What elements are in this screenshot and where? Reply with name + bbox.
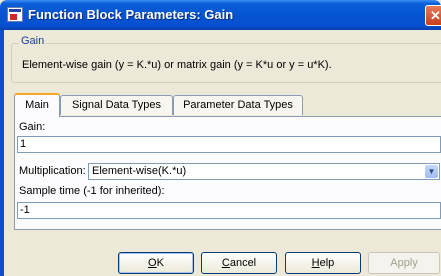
ok-label-rest: K xyxy=(156,257,164,269)
window-frame-left xyxy=(0,30,4,276)
tab-parameter-data-types[interactable]: Parameter Data Types xyxy=(173,95,303,115)
cancel-label-rest: ancel xyxy=(229,257,257,269)
simulink-block-icon xyxy=(7,7,23,22)
apply-button[interactable]: Apply xyxy=(368,252,440,274)
multiplication-select[interactable]: Element-wise(K.*u) ▼ xyxy=(88,163,440,180)
cancel-button[interactable]: Cancel xyxy=(201,252,277,274)
gain-label: Gain: xyxy=(19,121,46,133)
window-title: Function Block Parameters: Gain xyxy=(28,7,234,22)
tab-main[interactable]: Main xyxy=(14,93,60,117)
ok-mnemonic: O xyxy=(148,257,157,269)
close-button[interactable]: ✕ xyxy=(425,5,441,26)
title-bar[interactable]: Function Block Parameters: Gain ✕ xyxy=(0,0,441,30)
tab-signal-data-types[interactable]: Signal Data Types xyxy=(60,95,173,115)
group-title: Gain xyxy=(19,35,47,47)
multiplication-value: Element-wise(K.*u) xyxy=(92,165,187,177)
help-label-rest: elp xyxy=(319,257,335,269)
sample-time-input[interactable]: -1 xyxy=(17,202,441,219)
sample-time-label: Sample time (-1 for inherited): xyxy=(19,185,165,197)
dialog-window: Function Block Parameters: Gain ✕ Gain E… xyxy=(0,0,441,276)
multiplication-label: Multiplication: xyxy=(19,165,86,177)
help-mnemonic: H xyxy=(311,257,320,269)
chevron-down-icon[interactable]: ▼ xyxy=(425,165,438,178)
help-button[interactable]: Help xyxy=(285,252,361,274)
cancel-mnemonic: C xyxy=(221,257,230,269)
gain-input[interactable]: 1 xyxy=(17,136,441,153)
ok-button[interactable]: OK xyxy=(118,252,194,274)
block-description: Element-wise gain (y = K.*u) or matrix g… xyxy=(22,59,332,71)
